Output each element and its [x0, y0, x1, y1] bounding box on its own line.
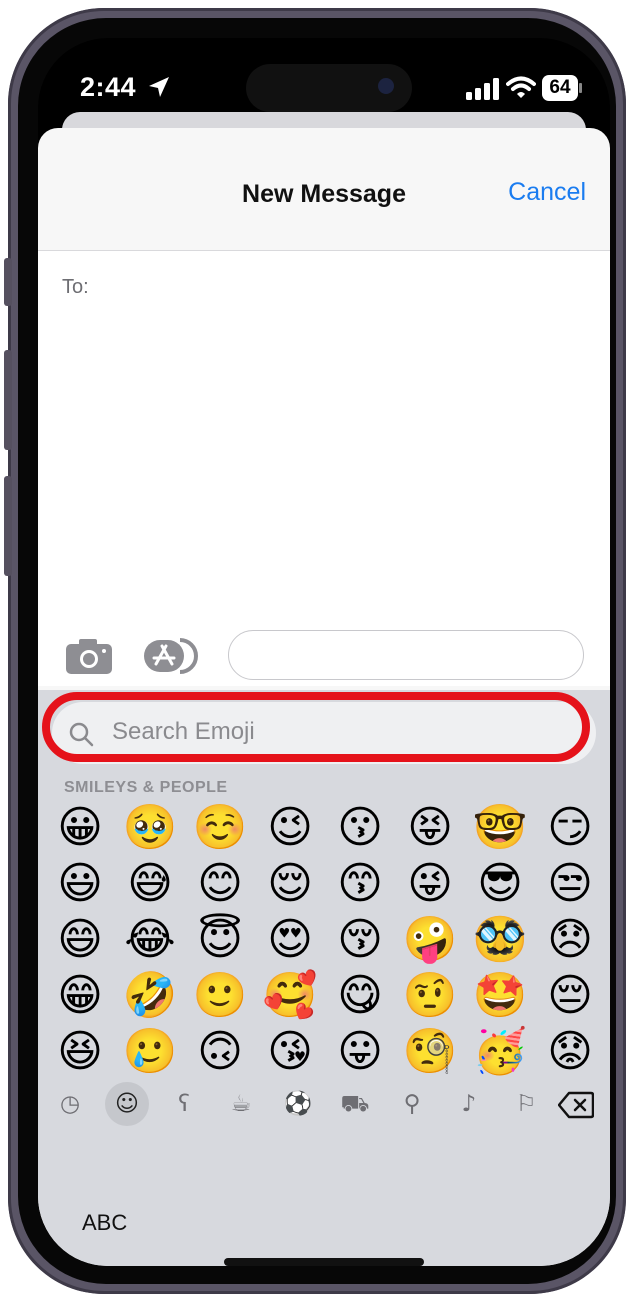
emoji-key[interactable]: 🙃	[192, 1024, 248, 1080]
emoji-key[interactable]: 😅	[122, 856, 178, 912]
to-label: To:	[62, 276, 89, 298]
home-indicator	[224, 1258, 424, 1266]
emoji-key[interactable]: 😞	[542, 912, 598, 968]
category-smileys-icon[interactable]: ☺	[105, 1082, 149, 1126]
emoji-key[interactable]: 😚	[332, 912, 388, 968]
wifi-icon	[506, 76, 536, 98]
emoji-category-bar: ◷ ☺ ʕ ☕ ⚽ ⛟ ⚲ ♪ ⚐	[38, 1078, 610, 1134]
recipient-row[interactable]: To:	[38, 251, 610, 324]
emoji-key[interactable]: 🥸	[472, 912, 528, 968]
emoji-key[interactable]: 🤣	[122, 968, 178, 1024]
emoji-key[interactable]: 😜	[402, 856, 458, 912]
emoji-category-title: SMILEYS & PEOPLE	[64, 779, 228, 796]
category-recent-icon[interactable]: ◷	[48, 1082, 92, 1126]
emoji-key[interactable]: 🤪	[402, 912, 458, 968]
emoji-key[interactable]: 😒	[542, 856, 598, 912]
emoji-key[interactable]: 😂	[122, 912, 178, 968]
emoji-key[interactable]: 🥰	[262, 968, 318, 1024]
category-travel-icon[interactable]: ⛟	[333, 1082, 377, 1126]
category-flags-icon[interactable]: ⚐	[504, 1082, 548, 1126]
emoji-key[interactable]: 😃	[52, 856, 108, 912]
category-symbols-icon[interactable]: ♪	[447, 1082, 491, 1126]
battery-cap	[579, 83, 582, 93]
emoji-key[interactable]: 😗	[332, 800, 388, 856]
emoji-key[interactable]: ☺️	[192, 800, 248, 856]
emoji-key[interactable]: 🤩	[472, 968, 528, 1024]
front-camera	[378, 78, 394, 94]
location-arrow-icon	[149, 77, 169, 97]
status-time: 2:44	[80, 72, 137, 102]
emoji-key[interactable]: 😟	[542, 1024, 598, 1080]
emoji-key[interactable]: 😇	[192, 912, 248, 968]
emoji-key[interactable]: 😆	[52, 1024, 108, 1080]
emoji-key[interactable]: 🥹	[122, 800, 178, 856]
emoji-key[interactable]: 😏	[542, 800, 598, 856]
message-input[interactable]	[228, 630, 584, 680]
emoji-key[interactable]: 😄	[52, 912, 108, 968]
emoji-key[interactable]: 😙	[332, 856, 388, 912]
category-activity-icon[interactable]: ⚽	[276, 1082, 320, 1126]
emoji-search-placeholder: Search Emoji	[112, 718, 255, 745]
emoji-key[interactable]: 🥳	[472, 1024, 528, 1080]
emoji-key[interactable]: 😌	[262, 856, 318, 912]
volume-down-button	[4, 476, 12, 576]
emoji-key[interactable]: 😛	[332, 1024, 388, 1080]
app-store-icon[interactable]	[142, 636, 200, 676]
emoji-key[interactable]: 😎	[472, 856, 528, 912]
camera-icon[interactable]	[64, 636, 114, 676]
action-button	[4, 258, 12, 306]
emoji-key[interactable]: 😔	[542, 968, 598, 1024]
emoji-key[interactable]: 🥲	[122, 1024, 178, 1080]
emoji-key[interactable]: 😍	[262, 912, 318, 968]
new-message-sheet: New Message Cancel To: Search Emoji SMIL…	[38, 128, 610, 1266]
emoji-keyboard: Search Emoji SMILEYS & PEOPLE 😀 😃 😄 😁 😆 🥹 😅 😂 🤣 🥲…	[38, 690, 610, 1266]
volume-up-button	[4, 350, 12, 450]
emoji-key[interactable]: 😋	[332, 968, 388, 1024]
category-animals-icon[interactable]: ʕ	[162, 1082, 206, 1126]
cellular-signal-icon	[466, 78, 499, 100]
battery-level: 64	[549, 77, 571, 98]
abc-button[interactable]: ABC	[82, 1210, 127, 1236]
emoji-key[interactable]: 😊	[192, 856, 248, 912]
emoji-key[interactable]: 😀	[52, 800, 108, 856]
emoji-key[interactable]: 😝	[402, 800, 458, 856]
emoji-key[interactable]: 🤨	[402, 968, 458, 1024]
screen: 2:44 64 New Message Cancel To: Search Em…	[38, 38, 610, 1266]
delete-icon[interactable]	[558, 1091, 594, 1119]
search-icon	[69, 722, 94, 747]
cancel-button[interactable]: Cancel	[508, 178, 586, 207]
emoji-key[interactable]: 🙂	[192, 968, 248, 1024]
emoji-key[interactable]: 😁	[52, 968, 108, 1024]
emoji-key[interactable]: 🤓	[472, 800, 528, 856]
category-objects-icon[interactable]: ⚲	[390, 1082, 434, 1126]
category-food-icon[interactable]: ☕	[219, 1082, 263, 1126]
emoji-key[interactable]: 😉	[262, 800, 318, 856]
emoji-key[interactable]: 😘	[262, 1024, 318, 1080]
emoji-key[interactable]: 🧐	[402, 1024, 458, 1080]
